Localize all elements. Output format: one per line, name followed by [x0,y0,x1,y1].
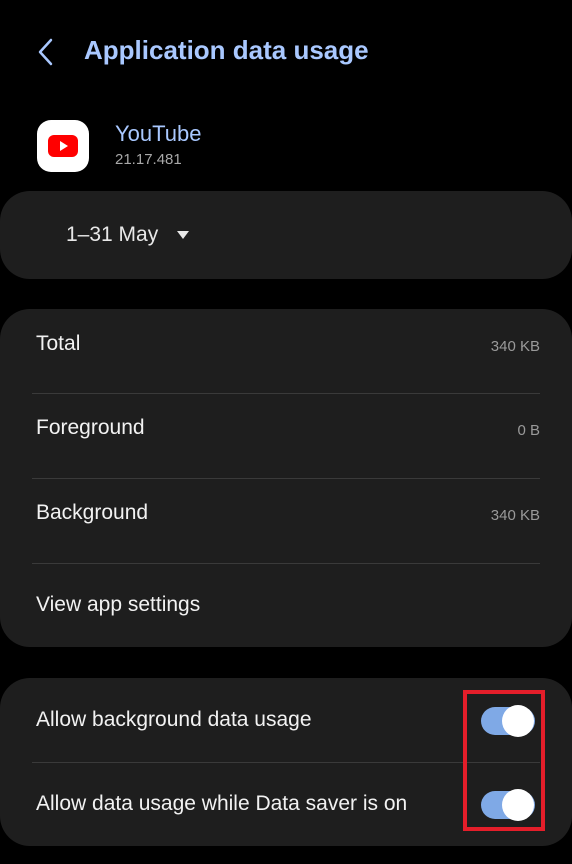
row-value: 340 KB [490,507,540,524]
toggle-label: Allow background data usage [36,708,312,731]
row-value: 0 B [517,422,540,439]
usage-row-foreground: Foreground 0 B [0,394,572,478]
highlight-box [463,690,545,831]
period-card: 1–31 May [0,191,572,279]
row-label: Background [36,501,149,524]
row-label: Total [36,332,81,355]
app-version: 21.17.481 [115,151,182,168]
usage-card: Total 340 KB Foreground 0 B Background 3… [0,309,572,647]
header-bar: Application data usage [0,0,572,104]
caret-down-icon [177,231,190,239]
period-dropdown[interactable]: 1–31 May [66,213,190,257]
app-info: YouTube 21.17.481 [0,112,572,182]
chevron-left-icon [38,38,53,66]
usage-row-background: Background 340 KB [0,479,572,563]
row-value: 340 KB [490,338,540,355]
youtube-icon [37,120,89,172]
period-label: 1–31 May [66,223,159,246]
back-button[interactable] [28,34,64,70]
app-name: YouTube [115,121,202,146]
page-title: Application data usage [84,35,369,65]
toggle-label: Allow data usage while Data saver is on [36,792,408,815]
row-label: View app settings [36,593,201,616]
usage-row-total: Total 340 KB [0,309,572,393]
view-app-settings[interactable]: View app settings [0,564,572,647]
row-label: Foreground [36,416,145,439]
